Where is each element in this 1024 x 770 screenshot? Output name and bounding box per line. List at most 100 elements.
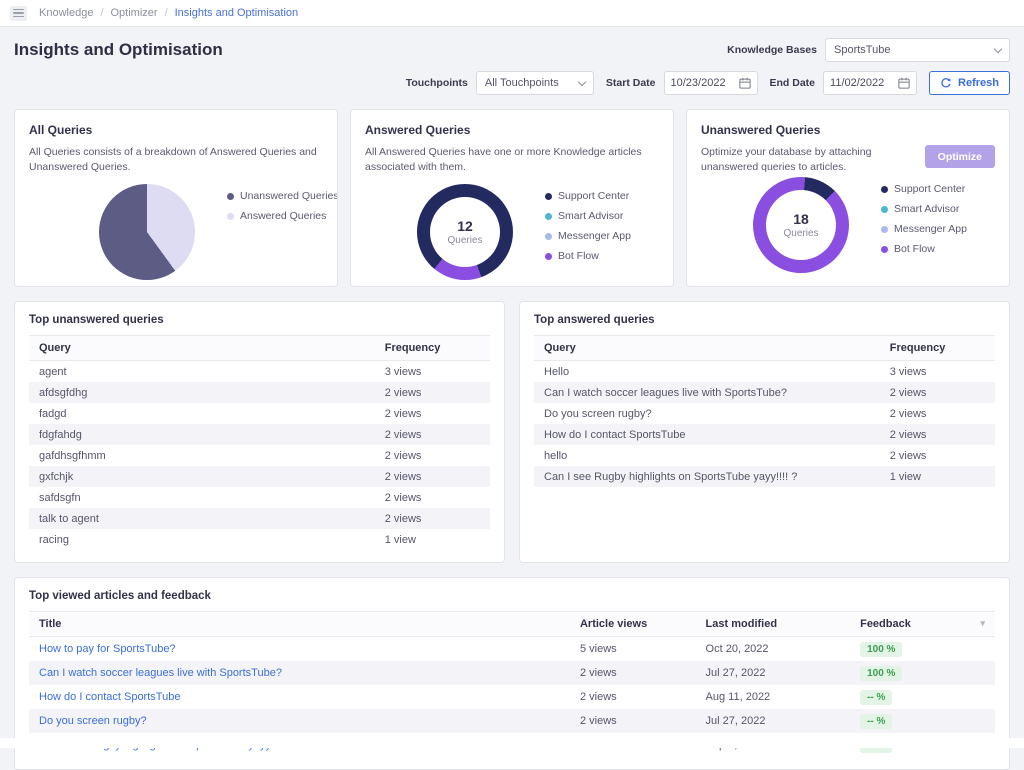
table-row: hello 2 views (534, 445, 995, 466)
refresh-label: Refresh (958, 77, 999, 89)
legend-label: Smart Advisor (558, 210, 623, 222)
answered-queries-donut-chart: 12 Queries (417, 184, 513, 280)
answered-queries-table: Query Frequency Hello 3 views Can I watc… (534, 335, 995, 487)
filter-row: Touchpoints All Touchpoints Start Date 1… (14, 71, 1010, 95)
feedback-cell: -- % (850, 709, 995, 733)
breadcrumb-knowledge[interactable]: Knowledge (39, 7, 93, 19)
table-row: racing 1 view (29, 529, 490, 550)
start-date-input[interactable]: 10/23/2022 (664, 71, 758, 95)
query-cell: afdsgfdhg (29, 382, 375, 403)
article-views-cell: 2 views (570, 709, 696, 733)
start-date-value: 10/23/2022 (671, 77, 726, 89)
knowledge-bases-group: Knowledge Bases SportsTube (727, 38, 1010, 62)
chart-area: 18 Queries Support Center Smart (701, 177, 995, 273)
query-cell: How do I contact SportsTube (534, 424, 880, 445)
end-date-value: 11/02/2022 (830, 77, 884, 89)
knowledge-bases-select[interactable]: SportsTube (825, 38, 1010, 62)
article-title-cell: How do I contact SportsTube (29, 685, 570, 709)
top-bar: Knowledge / Optimizer / Insights and Opt… (0, 0, 1024, 27)
frequency-cell: 2 views (375, 424, 490, 445)
card-title: Answered Queries (365, 123, 659, 137)
feedback-cell: -- % (850, 685, 995, 709)
legend-label: Answered Queries (240, 210, 326, 222)
sort-icon[interactable]: ▾ (980, 618, 985, 629)
legend-item: Unanswered Queries (227, 190, 338, 202)
article-title-link[interactable]: How do I contact SportsTube (39, 691, 180, 703)
frequency-cell: 2 views (375, 508, 490, 529)
table-row: How to pay for SportsTube? 5 views Oct 2… (29, 637, 995, 662)
table-row: How do I contact SportsTube 2 views (534, 424, 995, 445)
legend-label: Bot Flow (894, 243, 935, 255)
table-row: Can I watch soccer leagues live with Spo… (534, 382, 995, 403)
query-cell: Can I watch soccer leagues live with Spo… (534, 382, 880, 403)
frequency-cell: 2 views (375, 382, 490, 403)
column-header-article-views: Article views (570, 612, 696, 637)
table-header-row: Query Frequency (534, 336, 995, 361)
page-content: Insights and Optimisation Knowledge Base… (0, 27, 1024, 770)
chart-legend: Support Center Smart Advisor Messenger A… (881, 183, 967, 255)
table-row: talk to agent 2 views (29, 508, 490, 529)
table-row: Do you screen rugby? 2 views (534, 403, 995, 424)
table-row: Can I watch soccer leagues live with Spo… (29, 661, 995, 685)
touchpoints-select[interactable]: All Touchpoints (476, 71, 594, 95)
start-date-label: Start Date (606, 77, 656, 89)
table-title: Top viewed articles and feedback (29, 590, 995, 602)
table-title: Top answered queries (534, 314, 995, 326)
query-cell: Can I see Rugby highlights on SportsTube… (534, 466, 880, 487)
query-cell: agent (29, 361, 375, 383)
frequency-cell: 1 view (375, 529, 490, 550)
start-date-filter: Start Date 10/23/2022 (606, 71, 758, 95)
last-modified-cell: Oct 20, 2022 (696, 637, 851, 662)
legend-label: Support Center (558, 190, 629, 202)
article-title-link[interactable]: Can I watch soccer leagues live with Spo… (39, 667, 282, 679)
frequency-cell: 2 views (880, 424, 995, 445)
refresh-button[interactable]: Refresh (929, 71, 1010, 95)
table-row: fadgd 2 views (29, 403, 490, 424)
breadcrumb-insights[interactable]: Insights and Optimisation (175, 7, 299, 19)
frequency-cell: 1 view (880, 466, 995, 487)
article-title-link[interactable]: How to pay for SportsTube? (39, 643, 176, 655)
summary-cards-row: All Queries All Queries consists of a br… (14, 109, 1010, 287)
article-views-cell: 2 views (570, 685, 696, 709)
legend-label: Bot Flow (558, 250, 599, 262)
calendar-icon (898, 77, 910, 89)
knowledge-bases-label: Knowledge Bases (727, 44, 817, 56)
all-queries-pie-chart (99, 184, 195, 280)
donut-center: 18 Queries (766, 190, 836, 260)
calendar-icon (739, 77, 751, 89)
footer-strip (0, 738, 1024, 748)
query-cell: racing (29, 529, 375, 550)
column-header-title: Title (29, 612, 570, 637)
legend-label: Smart Advisor (894, 203, 959, 215)
menu-icon[interactable] (10, 6, 27, 21)
last-modified-cell: Jul 27, 2022 (696, 709, 851, 733)
frequency-cell: 2 views (375, 403, 490, 424)
optimize-button[interactable]: Optimize (925, 145, 995, 168)
unanswered-queries-card: Unanswered Queries Optimize your databas… (686, 109, 1010, 287)
breadcrumb-optimizer[interactable]: Optimizer (111, 7, 158, 19)
article-title-cell: How to pay for SportsTube? (29, 637, 570, 662)
article-title-link[interactable]: Do you screen rugby? (39, 715, 147, 727)
touchpoints-value: All Touchpoints (485, 77, 559, 89)
article-views-cell: 2 views (570, 661, 696, 685)
donut-value: 12 (457, 219, 473, 234)
unanswered-queries-table: Query Frequency agent 3 views afdsgfdhg (29, 335, 490, 550)
query-cell: Do you screen rugby? (534, 403, 880, 424)
frequency-cell: 2 views (375, 487, 490, 508)
donut-value: 18 (793, 212, 809, 227)
page-title: Insights and Optimisation (14, 40, 223, 60)
legend-dot (545, 213, 552, 220)
end-date-input[interactable]: 11/02/2022 (823, 71, 917, 95)
chevron-down-icon (994, 44, 1002, 52)
article-views-cell: 5 views (570, 637, 696, 662)
end-date-label: End Date (770, 77, 816, 89)
table-row: Do you screen rugby? 2 views Jul 27, 202… (29, 709, 995, 733)
answered-queries-card: Answered Queries All Answered Queries ha… (350, 109, 674, 287)
legend-item: Support Center (881, 183, 967, 195)
legend-dot (881, 206, 888, 213)
table-header-row: Title Article views Last modified Feedba… (29, 612, 995, 637)
legend-item: Answered Queries (227, 210, 338, 222)
top-unanswered-queries-card: Top unanswered queries Query Frequency a… (14, 301, 505, 563)
table-row: afdsgfdhg 2 views (29, 382, 490, 403)
query-cell: fadgd (29, 403, 375, 424)
